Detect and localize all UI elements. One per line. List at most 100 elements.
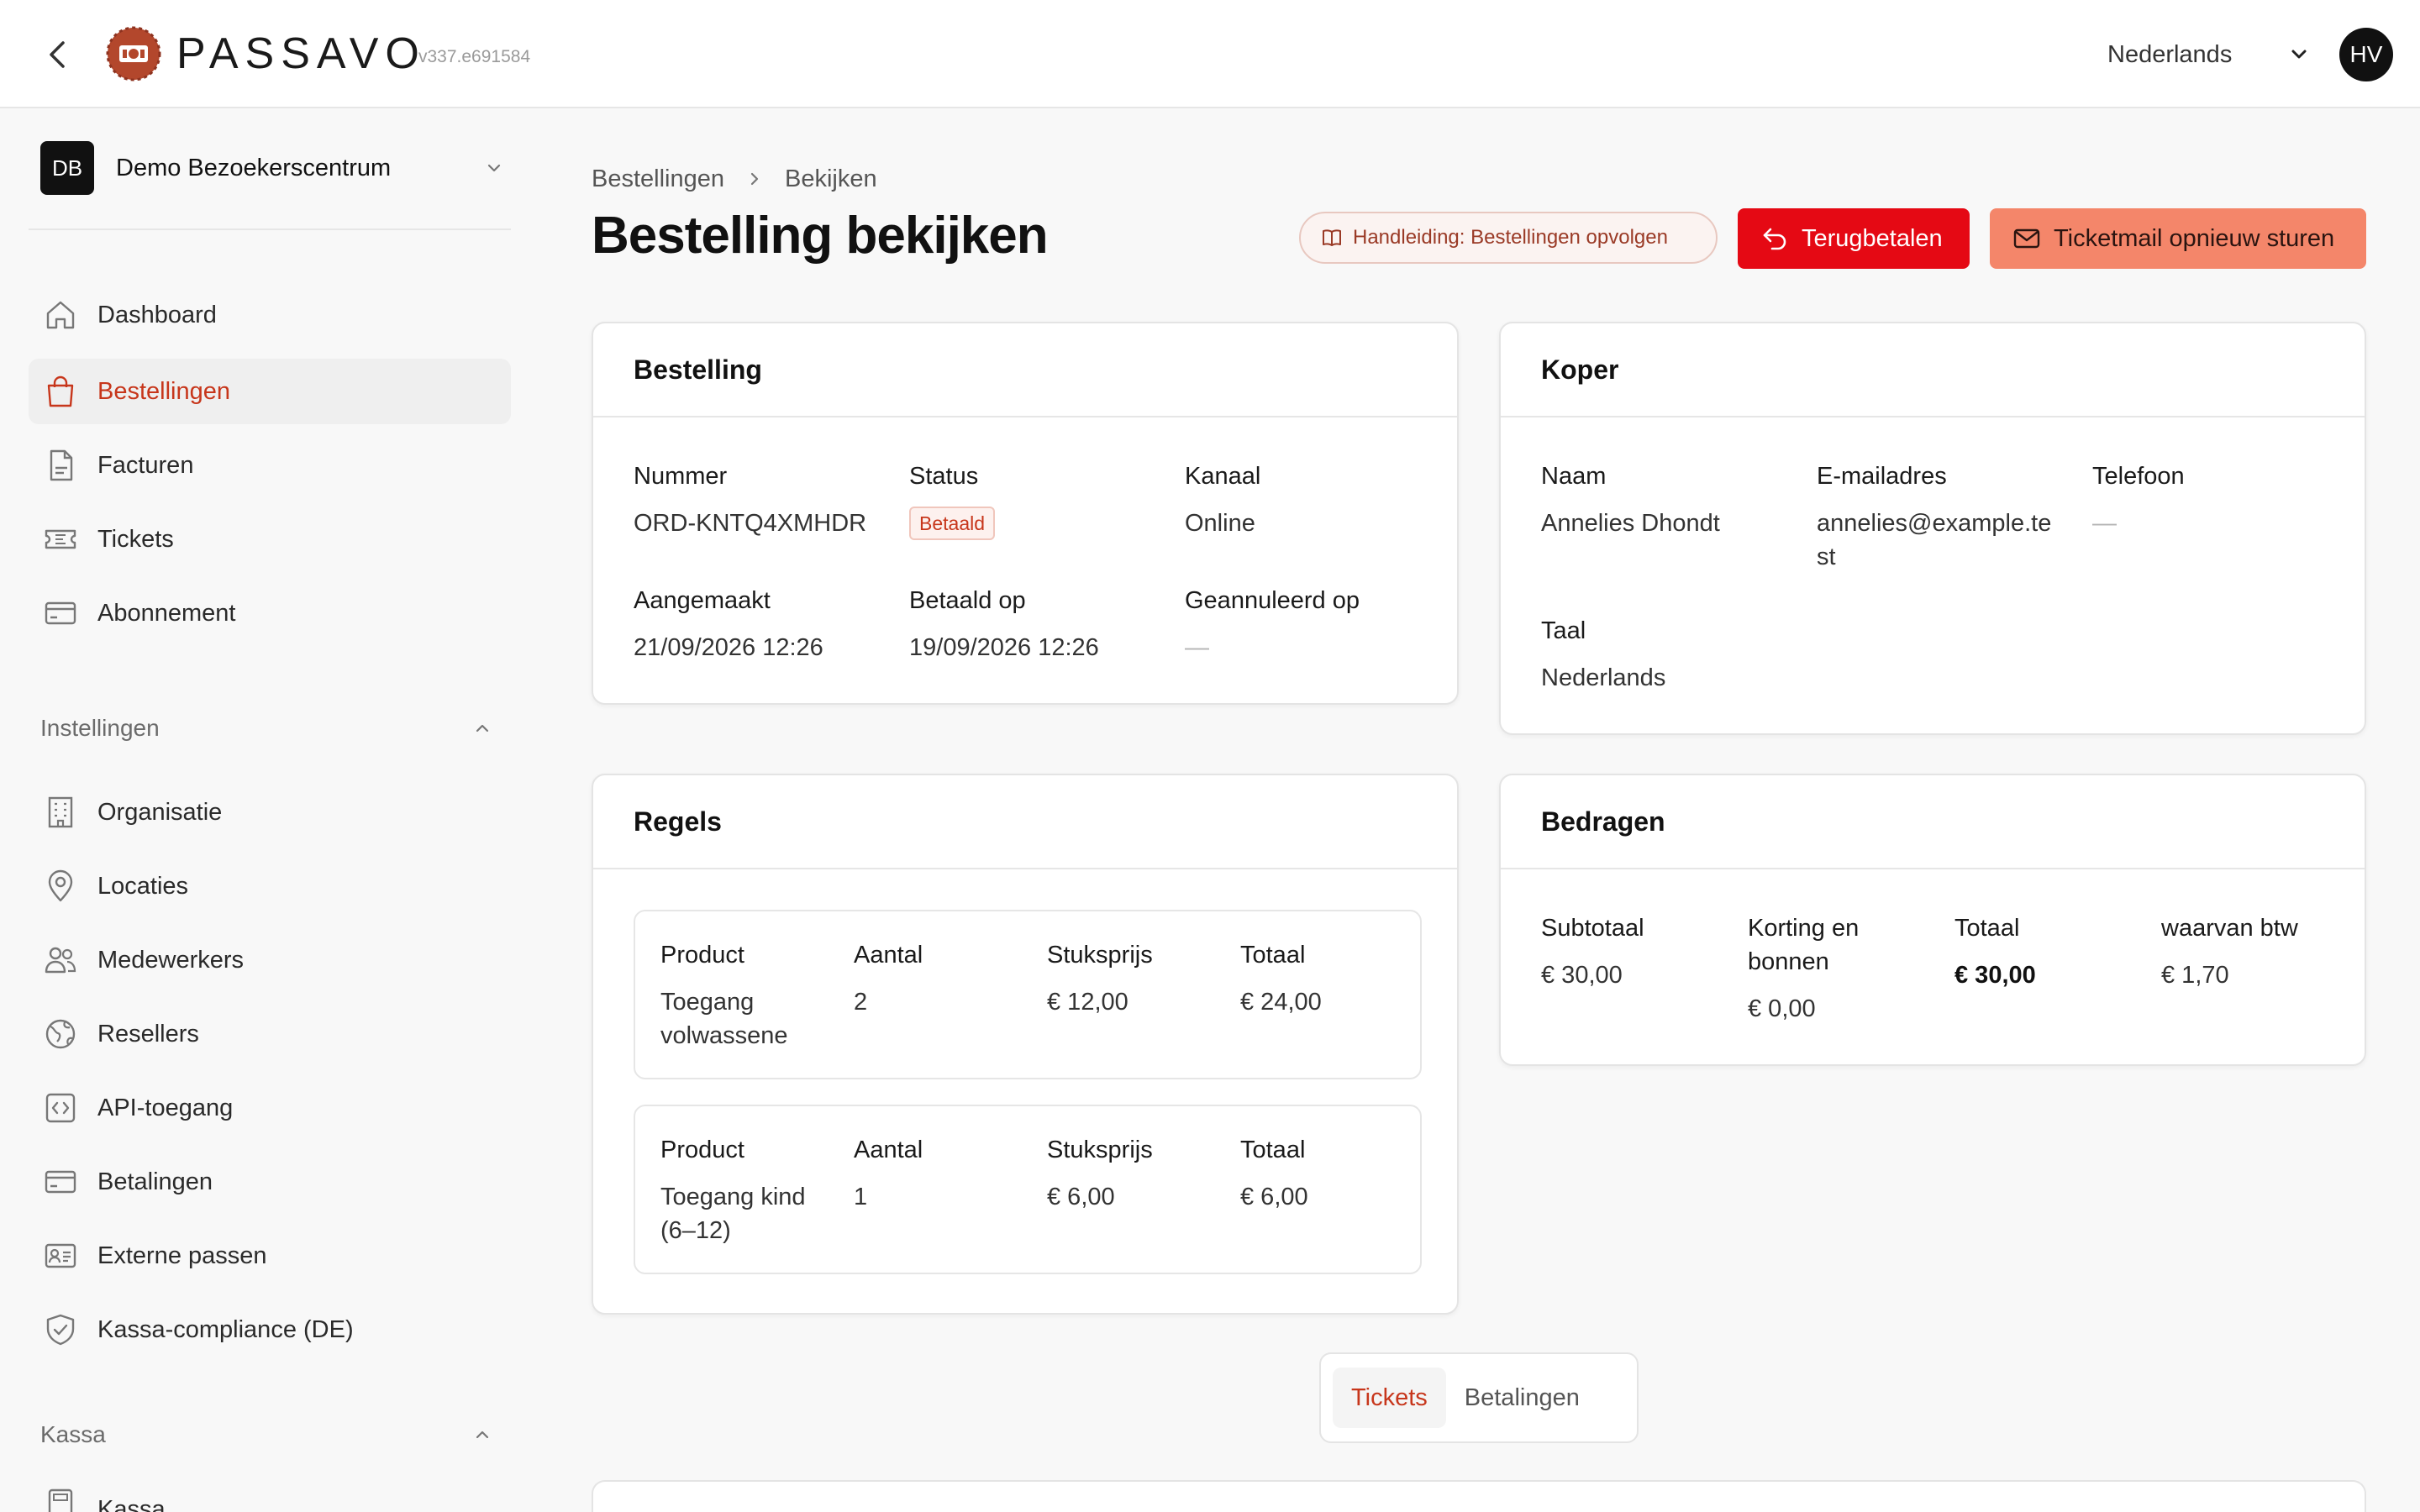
organization-switcher[interactable]: DB Demo Bezoekerscentrum xyxy=(40,140,511,196)
sidebar-item-externe-passen[interactable]: Externe passen xyxy=(29,1223,511,1289)
sidebar-item-resellers[interactable]: Resellers xyxy=(29,1001,511,1067)
sidebar-item-facturen[interactable]: Facturen xyxy=(29,433,511,498)
amounts-card: Bedragen Subtotaal € 30,00 Korting en bo… xyxy=(1499,774,2366,1066)
sidebar-item-label: Dashboard xyxy=(97,301,217,328)
field-label: Status xyxy=(909,463,979,490)
order-number-field: Nummer ORD-KNTQ4XMHDR xyxy=(634,459,866,540)
buyer-language: Nederlands xyxy=(1541,664,1666,691)
column-header: Aantal xyxy=(854,942,923,969)
sidebar-item-medewerkers[interactable]: Medewerkers xyxy=(29,927,511,993)
app-version: v337.e691584 xyxy=(418,47,531,66)
guide-label: Handleiding: Bestellingen opvolgen xyxy=(1353,226,1668,249)
breadcrumb: Bestellingen Bekijken xyxy=(592,162,877,196)
subtotal-value: € 30,00 xyxy=(1541,962,1623,989)
sidebar-item-label: Organisatie xyxy=(97,798,223,826)
field-label: waarvan btw xyxy=(2161,915,2298,942)
column-header: Totaal xyxy=(1240,1137,1306,1163)
line-total-cell: Totaal € 24,00 xyxy=(1240,938,1322,1019)
card-title: Regels xyxy=(593,775,1457,869)
card-title: Bestelling xyxy=(593,323,1457,417)
sidebar-item-locaties[interactable]: Locaties xyxy=(29,853,511,919)
tab-tickets[interactable]: Tickets xyxy=(1333,1368,1446,1428)
column-header: Totaal xyxy=(1240,942,1306,969)
column-header: Stuksprijs xyxy=(1047,1137,1153,1163)
org-name: Demo Bezoekerscentrum xyxy=(116,154,392,181)
credit-card-icon xyxy=(42,1163,79,1200)
chevron-up-icon xyxy=(467,713,497,743)
sidebar-item-api-toegang[interactable]: API-toegang xyxy=(29,1075,511,1141)
list-item: Product Toegang kind (6–12) Aantal 1 Stu… xyxy=(634,1105,1422,1274)
sidebar-item-label: Resellers xyxy=(97,1020,199,1047)
sidebar-item-label: Betalingen xyxy=(97,1168,213,1195)
line-unit-cell: Stuksprijs € 12,00 xyxy=(1047,938,1153,1019)
vat-field: waarvan btw € 1,70 xyxy=(2161,911,2298,992)
map-pin-icon xyxy=(42,868,79,905)
sidebar-item-label: Kassa-compliance (DE) xyxy=(97,1315,354,1343)
field-label: Nummer xyxy=(634,463,728,490)
subtotal-field: Subtotaal € 30,00 xyxy=(1541,911,1644,992)
sidebar-item-organisatie[interactable]: Organisatie xyxy=(29,780,511,845)
sidebar-item-bestellingen[interactable]: Bestellingen xyxy=(29,359,511,424)
section-instellingen[interactable]: Instellingen xyxy=(40,710,511,747)
field-label: Subtotaal xyxy=(1541,915,1644,942)
sidebar-item-label: Kassa xyxy=(97,1496,166,1512)
user-avatar[interactable]: HV xyxy=(2339,28,2393,81)
chevron-right-icon xyxy=(738,162,771,196)
sidebar-item-label: Abonnement xyxy=(97,599,236,627)
back-arrow-icon[interactable] xyxy=(40,34,74,76)
resend-ticketmail-button[interactable]: Ticketmail opnieuw sturen xyxy=(1990,208,2366,269)
line-unit-price: € 6,00 xyxy=(1047,1184,1115,1210)
credit-card-icon xyxy=(42,595,79,632)
sidebar-item-tickets[interactable]: Tickets xyxy=(29,507,511,572)
id-card-icon xyxy=(42,1237,79,1274)
total-field: Totaal € 30,00 xyxy=(1954,911,2036,992)
order-channel-field: Kanaal Online xyxy=(1185,459,1260,540)
line-total: € 24,00 xyxy=(1240,989,1322,1016)
card-title: Bedragen xyxy=(1501,775,2365,869)
breadcrumb-parent[interactable]: Bestellingen xyxy=(592,165,724,193)
sidebar-item-kassa-compliance[interactable]: Kassa-compliance (DE) xyxy=(29,1297,511,1362)
sidebar-item-label: Facturen xyxy=(97,451,194,479)
field-label: Geannuleerd op xyxy=(1185,587,1360,614)
line-qty: 2 xyxy=(854,989,868,1016)
vat-value: € 1,70 xyxy=(2161,962,2229,989)
column-header: Aantal xyxy=(854,1137,923,1163)
sidebar-item-abonnement[interactable]: Abonnement xyxy=(29,580,511,646)
sidebar-item-dashboard[interactable]: Dashboard xyxy=(29,282,511,348)
section-title: Kassa xyxy=(40,1421,106,1447)
buyer-name-field: Naam Annelies Dhondt xyxy=(1541,459,1720,540)
lines-card: Regels Product Toegang volwassene Aantal… xyxy=(592,774,1459,1315)
buyer-email: annelies@example.test xyxy=(1817,510,2052,570)
sidebar-item-betalingen[interactable]: Betalingen xyxy=(29,1149,511,1215)
brand-logo[interactable]: PASSAVO xyxy=(106,25,426,82)
tab-content-card xyxy=(592,1480,2366,1512)
chevron-down-icon[interactable] xyxy=(2287,40,2311,69)
sidebar-item-kassa[interactable]: Kassa xyxy=(29,1484,511,1512)
guide-link-button[interactable]: Handleiding: Bestellingen opvolgen xyxy=(1299,212,1718,264)
order-status-field: Status Betaald xyxy=(909,459,996,540)
order-created-field: Aangemaakt 21/09/2026 12:26 xyxy=(634,584,823,664)
discount-value: € 0,00 xyxy=(1748,995,1816,1022)
building-icon xyxy=(42,794,79,831)
section-kassa[interactable]: Kassa xyxy=(40,1416,511,1453)
line-qty-cell: Aantal 1 xyxy=(854,1133,923,1214)
line-unit-cell: Stuksprijs € 6,00 xyxy=(1047,1133,1153,1214)
buyer-card: Koper Naam Annelies Dhondt E-mailadres a… xyxy=(1499,322,2366,735)
file-icon xyxy=(42,447,79,484)
line-total: € 6,00 xyxy=(1240,1184,1308,1210)
refund-button[interactable]: Terugbetalen xyxy=(1738,208,1970,269)
field-label: Telefoon xyxy=(2092,463,2185,490)
field-label: Taal xyxy=(1541,617,1586,644)
line-product: Toegang kind (6–12) xyxy=(660,1184,806,1244)
sidebar-item-label: Locaties xyxy=(97,872,189,900)
tab-betalingen[interactable]: Betalingen xyxy=(1446,1368,1598,1428)
order-card: Bestelling Nummer ORD-KNTQ4XMHDR Status … xyxy=(592,322,1459,705)
column-header: Product xyxy=(660,942,744,969)
sidebar-item-label: Bestellingen xyxy=(97,377,230,405)
status-badge: Betaald xyxy=(909,507,996,540)
resend-label: Ticketmail opnieuw sturen xyxy=(2054,224,2335,252)
field-label: Totaal xyxy=(1954,915,2020,942)
language-select[interactable]: Nederlands xyxy=(2107,37,2232,72)
line-qty: 1 xyxy=(854,1184,868,1210)
order-paid-field: Betaald op 19/09/2026 12:26 xyxy=(909,584,1099,664)
